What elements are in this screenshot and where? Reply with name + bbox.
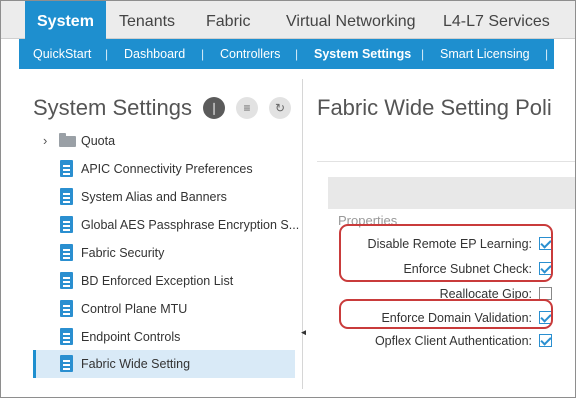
- tab-tenants[interactable]: Tenants: [119, 1, 175, 39]
- divider: [317, 161, 575, 162]
- navigation-pane: System Settings ❘ ≡ ↻ › Quota APIC Conne…: [19, 79, 303, 389]
- toolbar-bar: [328, 177, 575, 209]
- tree-item-system-alias[interactable]: System Alias and Banners: [33, 183, 295, 211]
- tree-item-fabric-security[interactable]: Fabric Security: [33, 239, 295, 267]
- folder-icon: [59, 133, 76, 147]
- collapse-icon[interactable]: ≡: [236, 97, 258, 119]
- tab-system[interactable]: System: [25, 1, 106, 39]
- tree-item-label: Quota: [81, 134, 116, 148]
- tab-virtual-networking[interactable]: Virtual Networking: [286, 1, 416, 39]
- refresh-icon[interactable]: ↻: [269, 97, 291, 119]
- highlight-annotation: [339, 224, 553, 282]
- chevron-right-icon[interactable]: ›: [43, 127, 47, 155]
- document-icon: [60, 328, 73, 345]
- tree-item-bd-enforced[interactable]: BD Enforced Exception List: [33, 267, 295, 295]
- tree-item-fabric-wide-setting[interactable]: Fabric Wide Setting: [33, 350, 295, 378]
- tree-item-label: Endpoint Controls: [81, 330, 181, 344]
- document-icon: [60, 188, 73, 205]
- subnav-separator: |: [545, 47, 549, 61]
- subnav-smart-licensing[interactable]: Smart Licensing: [440, 39, 530, 69]
- highlight-annotation: [339, 299, 553, 329]
- tab-l4-l7-services[interactable]: L4-L7 Services: [443, 1, 550, 39]
- tree-item-label: System Alias and Banners: [81, 190, 227, 204]
- tree-item-global-aes[interactable]: Global AES Passphrase Encryption S...: [33, 211, 299, 239]
- screenshot-frame: System Tenants Fabric Virtual Networking…: [0, 0, 576, 398]
- tree-item-control-plane-mtu[interactable]: Control Plane MTU: [33, 295, 295, 323]
- tree-item-label: Global AES Passphrase Encryption S...: [81, 218, 300, 232]
- property-label: Opflex Client Authentication:: [374, 334, 532, 348]
- document-icon: [60, 272, 73, 289]
- property-opflex-client-authentication: Opflex Client Authentication:: [328, 331, 556, 351]
- subnav-separator: |: [105, 47, 109, 61]
- subnav-quickstart[interactable]: QuickStart: [33, 39, 91, 69]
- tab-fabric[interactable]: Fabric: [206, 1, 250, 39]
- work-pane: Fabric Wide Setting Poli Properties Disa…: [306, 79, 575, 389]
- subnav-system-settings[interactable]: System Settings: [314, 39, 411, 69]
- page-title: Fabric Wide Setting Poli: [317, 95, 552, 120]
- document-icon: [60, 244, 73, 261]
- subnav-dashboard[interactable]: Dashboard: [124, 39, 185, 69]
- tree-item-quota[interactable]: › Quota: [33, 127, 295, 155]
- opflex-client-authentication-checkbox[interactable]: [539, 334, 552, 347]
- subnav-separator: |: [421, 47, 425, 61]
- settings-icon[interactable]: ❘: [203, 97, 225, 119]
- tree-item-label: Control Plane MTU: [81, 302, 188, 316]
- document-icon: [60, 355, 73, 372]
- subnav-separator: |: [201, 47, 205, 61]
- tree-item-endpoint-controls[interactable]: Endpoint Controls: [33, 323, 295, 351]
- document-icon: [60, 160, 73, 177]
- document-icon: [60, 216, 73, 233]
- tree-item-label: Fabric Security: [81, 246, 165, 260]
- tree-item-label: APIC Connectivity Preferences: [81, 162, 253, 176]
- pane-title: System Settings: [33, 95, 192, 120]
- subnav-separator: |: [295, 47, 299, 61]
- sub-nav: QuickStart | Dashboard | Controllers | S…: [19, 39, 554, 69]
- top-nav: System Tenants Fabric Virtual Networking…: [1, 1, 575, 39]
- tree-item-label: Fabric Wide Setting: [81, 357, 191, 371]
- subnav-controllers[interactable]: Controllers: [220, 39, 280, 69]
- document-icon: [60, 300, 73, 317]
- tree-item-label: BD Enforced Exception List: [81, 274, 234, 288]
- tree-item-apic-connectivity[interactable]: APIC Connectivity Preferences: [33, 155, 295, 183]
